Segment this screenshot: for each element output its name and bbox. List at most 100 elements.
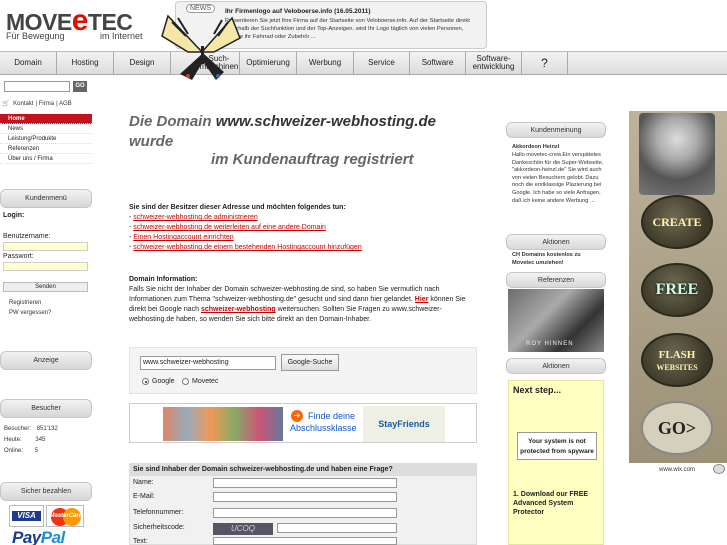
question-heading: Sie sind Inhaber der Domain schweizer-we… [130, 464, 476, 476]
page: MOVEeTEC Für Bewegung im Internet NEWS I… [0, 0, 727, 545]
reference-image[interactable]: ROY HINNEN [508, 289, 604, 352]
email-input[interactable] [213, 492, 397, 502]
stat-heute: Heute: 345 [4, 437, 46, 443]
label-phone: Telefonnummer: [133, 509, 184, 516]
label-captcha: Sicherheitscode: [133, 524, 185, 531]
left-sidebar: GO 🛒 Kontakt | Firma | AGB Home News Leist… [0, 76, 92, 545]
nav-werbung[interactable]: Werbung [297, 52, 354, 74]
label-text: Text: [133, 538, 148, 545]
stayfriends-ad[interactable]: Finde deine Abschlussklasse ➜ StayFriend… [129, 403, 477, 443]
link-administrieren[interactable]: schweizer-webhosting.de administrieren [133, 214, 258, 221]
info-icon[interactable] [713, 464, 725, 474]
info-text: Falls Sie nicht der Inhaber der Domain s… [129, 286, 466, 323]
register-link[interactable]: Registrieren [9, 300, 41, 306]
radio-movetec[interactable]: Movetec [182, 378, 218, 385]
captcha-input[interactable] [277, 523, 397, 533]
sidemenu-home[interactable]: Home [0, 114, 92, 124]
owner-heading: Sie sind der Besitzer dieser Adresse und… [129, 204, 346, 211]
sidemenu-referenzen[interactable]: Referenzen [0, 144, 92, 154]
sidemenu-leistung[interactable]: Leistung/Produkte [0, 134, 92, 144]
reference-caption: ROY HINNEN [526, 341, 574, 347]
wix-link[interactable]: www.wix.com [659, 467, 695, 473]
header: MOVEeTEC Für Bewegung im Internet NEWS I… [0, 0, 727, 80]
paypal-logo: PayPal [12, 528, 65, 545]
flash-websites-badge: FLASH WEBSITES [641, 333, 713, 387]
referenzen-heading: Referenzen [506, 272, 606, 288]
free-badge: FREE [641, 263, 713, 317]
cart-row: 🛒 Kontakt | Firma | AGB [2, 101, 72, 107]
aktion-text[interactable]: CH Domains kostenlos zu Movetec umziehen… [512, 252, 604, 267]
butterfly-icon [161, 14, 241, 80]
side-menu: Home News Leistung/Produkte Referenzen Ü… [0, 114, 92, 164]
sidemenu-news[interactable]: News [0, 124, 92, 134]
websites-text: WEBSITES [656, 363, 698, 372]
label-name: Name: [133, 479, 154, 486]
aktionen2-heading: Aktionen [506, 358, 606, 374]
name-input[interactable] [213, 478, 397, 488]
text-input[interactable] [213, 537, 397, 545]
link-search-term[interactable]: schweizer-webhosting [201, 306, 276, 313]
link-firma[interactable]: Firma [39, 101, 54, 107]
testimonial-name: Akkordeon Heinzl [512, 144, 560, 150]
google-search-input[interactable]: www.schweizer-webhosting [140, 356, 276, 370]
send-button[interactable]: Senden [3, 282, 88, 292]
go-button[interactable]: GO [73, 81, 87, 92]
link-weiterleiten[interactable]: schweizer-webhosting.de weiterleiten auf… [133, 224, 326, 231]
stat-besucher: Besucher: 851'132 [4, 426, 58, 432]
owner-link-list: - schweizer-webhosting.de administrieren… [129, 214, 362, 251]
password-input[interactable] [3, 262, 88, 271]
google-search-button[interactable]: Google-Suche [281, 354, 339, 371]
news-text: Präsentieren Sie jetzt Ihre Firma auf de… [225, 18, 470, 40]
label-email: E-Mail: [133, 493, 155, 500]
aktionen-heading: Aktionen [506, 234, 606, 250]
download-text[interactable]: 1. Download our FREE Advanced System Pro… [513, 490, 603, 517]
kundenmeinung-heading: Kundenmeinung [506, 122, 606, 138]
nav-domain[interactable]: Domain [0, 52, 57, 74]
movetec-logo[interactable]: MOVEeTEC Für Bewegung im Internet [2, 4, 162, 48]
wix-ad[interactable]: CREATE FREE FLASH WEBSITES GO> [629, 111, 727, 463]
nav-service[interactable]: Service [354, 52, 410, 74]
arrow-right-icon: ➜ [291, 410, 303, 422]
radio-google-dot[interactable] [142, 378, 149, 385]
testimonial-text: Hallo movetec-crew.Ein verspätetes Danke… [512, 152, 604, 204]
nav-optimierung[interactable]: Optimierung [240, 52, 297, 74]
classmates-photo [163, 407, 283, 441]
kundenmenu-heading: Kundenmenü [0, 189, 92, 208]
username-input[interactable] [3, 242, 88, 251]
create-badge: CREATE [641, 195, 713, 249]
next-step-title: Next step... [513, 385, 562, 395]
stayfriends-logo: StayFriends [363, 406, 445, 442]
link-hinzufuegen[interactable]: schweizer-webhosting.de einem bestehende… [133, 244, 361, 251]
logo-tagline-right: im Internet [100, 31, 143, 41]
info-heading: Domain Information: [129, 276, 198, 283]
nav-software[interactable]: Software [410, 52, 466, 74]
forgot-password-link[interactable]: PW vergessen? [9, 310, 51, 316]
logo-tagline-left: Für Bewegung [6, 31, 65, 41]
cart-icon[interactable]: 🛒 [2, 101, 9, 107]
username-label: Benutzername: [3, 233, 51, 240]
link-agb[interactable]: AGB [59, 101, 72, 107]
site-search-input[interactable] [4, 81, 70, 92]
besucher-heading: Besucher [0, 399, 92, 418]
captcha-image: UCOQ [213, 523, 273, 535]
link-hostingaccount[interactable]: Einen Hostingaccount einrichten [133, 234, 233, 241]
pinup-photo [639, 113, 715, 195]
visa-logo: VISA [9, 505, 44, 527]
nav-softwareentwicklung[interactable]: Software- entwicklung [466, 52, 522, 74]
page-title: Die Domain www.schweizer-webhosting.de w… [129, 113, 436, 150]
sidemenu-ueber-uns[interactable]: Über uns / Firma [0, 154, 92, 164]
anzeige-heading: Anzeige [0, 351, 92, 370]
spyware-ad[interactable]: Next step... Your system is not protecte… [508, 380, 604, 545]
radio-google[interactable]: Google [142, 378, 175, 385]
spyware-warning: Your system is not protected from spywar… [517, 432, 597, 460]
phone-input[interactable] [213, 508, 397, 518]
radio-movetec-dot[interactable] [182, 378, 189, 385]
go-badge: GO> [641, 401, 713, 455]
nav-hosting[interactable]: Hosting [57, 52, 114, 74]
nav-help[interactable]: ? [522, 52, 568, 74]
link-hier[interactable]: Hier [415, 296, 429, 303]
link-kontakt[interactable]: Kontakt [13, 101, 33, 107]
google-search-box: www.schweizer-webhosting Google-Suche Go… [129, 347, 477, 394]
right-sidebar: Kundenmeinung Akkordeon Heinzl Hallo mov… [506, 118, 606, 545]
news-title[interactable]: Ihr Firmenlogo auf Veloboerse.info (16.0… [225, 8, 371, 15]
